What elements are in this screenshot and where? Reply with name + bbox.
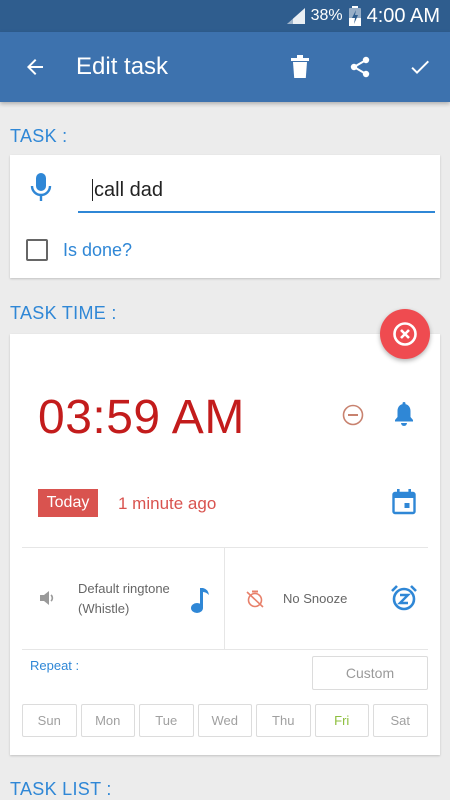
- snooze-alarm-icon: [391, 585, 417, 611]
- choose-ringtone-button[interactable]: [190, 586, 210, 619]
- minus-circle-icon: [342, 404, 364, 426]
- voice-input-button[interactable]: [30, 173, 52, 208]
- is-done-checkbox[interactable]: [26, 239, 48, 261]
- clear-time-button[interactable]: [380, 309, 430, 359]
- bell-icon: [395, 402, 413, 426]
- choose-snooze-button[interactable]: [390, 584, 418, 617]
- day-tue[interactable]: Tue: [139, 704, 194, 737]
- task-time-section-label: TASK TIME :: [10, 303, 117, 323]
- day-sun[interactable]: Sun: [22, 704, 77, 737]
- save-button[interactable]: [395, 32, 445, 102]
- share-icon: [350, 56, 370, 78]
- signal-icon: [286, 8, 305, 24]
- divider: [22, 649, 428, 650]
- repeat-days: Sun Mon Tue Wed Thu Fri Sat: [22, 704, 428, 737]
- back-button[interactable]: [10, 32, 60, 102]
- day-thu[interactable]: Thu: [256, 704, 311, 737]
- status-time: 4:00 AM: [366, 4, 440, 27]
- text-cursor: [92, 178, 93, 201]
- task-list-section-label: TASK LIST :: [10, 779, 112, 799]
- day-sat[interactable]: Sat: [373, 704, 428, 737]
- snooze-setting[interactable]: No Snooze: [283, 591, 347, 606]
- task-name-input[interactable]: call dad: [78, 169, 435, 213]
- day-mon[interactable]: Mon: [80, 704, 135, 737]
- calendar-icon: [392, 489, 416, 515]
- task-section-label: TASK :: [10, 126, 68, 146]
- task-time-card: 03:59 AM Today 1 minute ago Default ring…: [10, 334, 440, 755]
- relative-time: 1 minute ago: [118, 494, 217, 513]
- ringtone-name: Default ringtone: [78, 581, 170, 596]
- is-done-label[interactable]: Is done?: [63, 239, 132, 261]
- battery-percent: 38%: [310, 7, 343, 24]
- date-badge[interactable]: Today: [38, 489, 98, 517]
- reminder-button[interactable]: [393, 402, 415, 433]
- divider: [224, 547, 225, 649]
- snooze-off-icon: [246, 590, 264, 613]
- custom-repeat-button[interactable]: Custom: [312, 656, 428, 690]
- status-bar: 38% 4:00 AM: [0, 0, 450, 32]
- divider: [22, 547, 428, 548]
- day-fri[interactable]: Fri: [314, 704, 369, 737]
- day-wed[interactable]: Wed: [197, 704, 252, 737]
- volume-icon: [40, 590, 56, 611]
- close-circle-icon: [393, 322, 417, 346]
- share-button[interactable]: [335, 32, 385, 102]
- repeat-label: Repeat :: [30, 658, 80, 673]
- ringtone-detail: (Whistle): [78, 601, 130, 616]
- pick-date-button[interactable]: [392, 489, 416, 520]
- task-time[interactable]: 03:59 AM: [38, 390, 245, 445]
- page-title: Edit task: [76, 53, 169, 80]
- ringtone-setting[interactable]: Default ringtone (Whistle): [78, 579, 170, 619]
- remove-time-button[interactable]: [342, 404, 364, 431]
- app-bar: Edit task: [0, 32, 450, 102]
- battery-charging-icon: [348, 6, 361, 26]
- delete-button[interactable]: [275, 32, 325, 102]
- back-arrow-icon: [27, 59, 43, 75]
- microphone-icon: [30, 173, 52, 201]
- task-name-value: call dad: [94, 179, 163, 201]
- music-note-icon: [191, 588, 209, 613]
- task-card: call dad Is done?: [10, 155, 440, 278]
- check-icon: [411, 60, 429, 74]
- trash-icon: [291, 55, 309, 78]
